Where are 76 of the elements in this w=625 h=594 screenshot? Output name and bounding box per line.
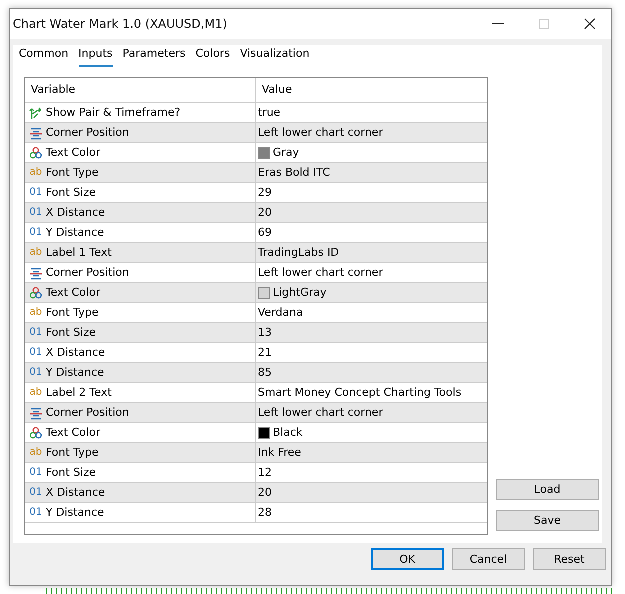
value-text[interactable]: 12 — [258, 466, 272, 479]
variable-name: Font Type — [46, 446, 99, 459]
variable-name: Label 1 Text — [46, 246, 112, 259]
number-icon: 01 — [29, 367, 43, 378]
value-text[interactable]: Left lower chart corner — [258, 266, 384, 279]
close-icon[interactable] — [583, 17, 597, 31]
ab-text-icon: ab — [29, 447, 43, 458]
value-text[interactable]: Left lower chart corner — [258, 126, 384, 139]
value-text[interactable]: Black — [273, 426, 303, 439]
variable-name: Y Distance — [46, 226, 104, 239]
tab[interactable]: Parameters — [122, 47, 186, 67]
variable-name: X Distance — [46, 486, 106, 499]
variable-name: Text Color — [46, 286, 100, 299]
value-text[interactable]: 28 — [258, 506, 272, 519]
value-text[interactable]: LightGray — [273, 286, 327, 299]
value-text[interactable]: Ink Free — [258, 446, 302, 459]
value-text[interactable]: 29 — [258, 186, 272, 199]
side-button[interactable]: Load — [496, 479, 599, 500]
value-text[interactable]: true — [258, 106, 281, 119]
number-icon: 01 — [29, 347, 43, 358]
variable-name: Y Distance — [46, 366, 104, 379]
number-icon: 01 — [29, 187, 43, 198]
ab-text-icon: ab — [29, 387, 43, 398]
variable-name: Corner Position — [46, 126, 130, 139]
column-header: Value — [261, 82, 292, 98]
number-icon: 01 — [29, 487, 43, 498]
side-button[interactable]: Save — [496, 510, 599, 531]
ab-text-icon: ab — [29, 167, 43, 178]
variable-name: X Distance — [46, 206, 106, 219]
tab[interactable]: Colors — [196, 47, 230, 67]
value-text[interactable]: Eras Bold ITC — [258, 166, 330, 179]
value-text[interactable]: TradingLabs ID — [258, 246, 340, 259]
color-circles-icon — [29, 146, 43, 160]
value-text[interactable]: Verdana — [258, 306, 304, 319]
variable-name: Show Pair & Timeframe? — [46, 106, 181, 119]
list-lines-icon — [29, 126, 43, 140]
list-lines-icon — [29, 266, 43, 280]
tab[interactable]: Inputs — [78, 47, 113, 67]
variable-name: Text Color — [46, 426, 100, 439]
variable-name: Y Distance — [46, 506, 104, 519]
value-text[interactable]: Gray — [273, 146, 300, 159]
color-circles-icon — [29, 286, 43, 300]
value-text[interactable]: 85 — [258, 366, 272, 379]
dialog-button[interactable]: Reset — [533, 548, 606, 570]
value-text[interactable]: Left lower chart corner — [258, 406, 384, 419]
variable-name: Font Size — [46, 466, 96, 479]
number-icon: 01 — [29, 227, 43, 238]
value-text[interactable]: Smart Money Concept Charting Tools — [258, 386, 462, 399]
variable-name: Corner Position — [46, 266, 130, 279]
tab[interactable]: Visualization — [240, 47, 310, 67]
list-lines-icon — [29, 406, 43, 420]
variable-name: Font Type — [46, 306, 99, 319]
variable-name: Font Size — [46, 326, 96, 339]
toggle-arrow-icon — [29, 106, 43, 120]
window-title: Chart Water Mark 1.0 (XAUUSD,M1) — [13, 17, 228, 31]
ab-text-icon: ab — [29, 247, 43, 258]
dialog-button[interactable]: Cancel — [452, 548, 525, 570]
variable-name: Text Color — [46, 146, 100, 159]
number-icon: 01 — [29, 507, 43, 518]
number-icon: 01 — [29, 207, 43, 218]
value-text[interactable]: 21 — [258, 346, 272, 359]
variable-name: Label 2 Text — [46, 386, 112, 399]
variable-name: X Distance — [46, 346, 106, 359]
variable-name: Font Type — [46, 166, 99, 179]
variable-name: Font Size — [46, 186, 96, 199]
value-text[interactable]: 20 — [258, 486, 272, 499]
number-icon: 01 — [29, 467, 43, 478]
variable-name: Corner Position — [46, 406, 130, 419]
color-circles-icon — [29, 426, 43, 440]
value-text[interactable]: 13 — [258, 326, 272, 339]
number-icon: 01 — [29, 327, 43, 338]
value-text[interactable]: 20 — [258, 206, 272, 219]
dialog-button[interactable]: OK — [371, 548, 444, 570]
value-text[interactable]: 69 — [258, 226, 272, 239]
tab[interactable]: Common — [19, 47, 69, 67]
ab-text-icon: ab — [29, 307, 43, 318]
